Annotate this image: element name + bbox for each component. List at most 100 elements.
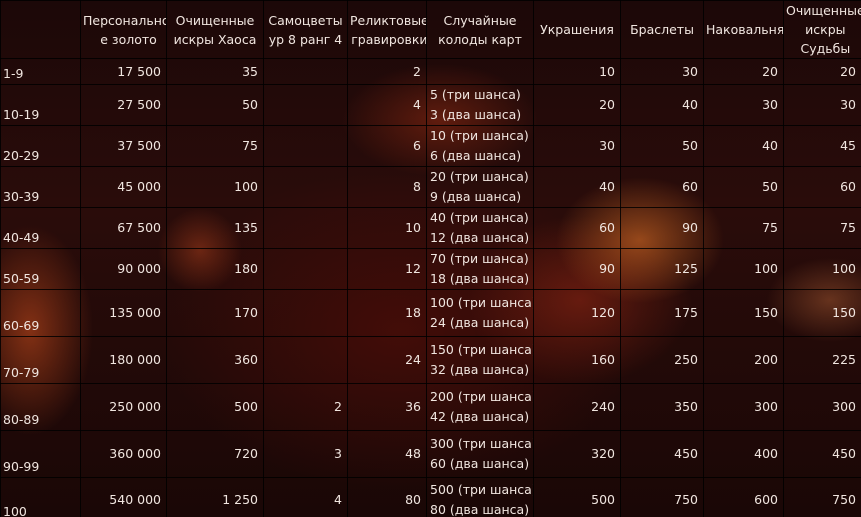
relic-cell: 80 <box>347 477 427 517</box>
relic-cell: 4 <box>347 84 427 126</box>
anvil-cell: 600 <box>703 477 784 517</box>
level-cell: 1-9 <box>0 58 81 85</box>
header-gems: Самоцветы ур 8 ранг 4 <box>263 0 348 59</box>
deck-cell: 300 (три шанса) 60 (два шанса) <box>426 430 534 478</box>
deck-three-chance: 150 (три шанса) <box>430 342 534 357</box>
header-personal-gold: Персонально­е золото <box>80 0 167 59</box>
level-cell: 100 <box>0 477 81 517</box>
gems-cell <box>263 125 348 167</box>
deck-cell: 70 (три шанса) 18 (два шанса) <box>426 248 534 290</box>
anvil-cell: 50 <box>703 166 784 208</box>
gold-cell: 90 000 <box>80 248 167 290</box>
anvil-cell: 200 <box>703 336 784 384</box>
header-card-decks: Случайные колоды карт <box>426 0 534 59</box>
deck-cell: 100 (три шанса) 24 (два шанса) <box>426 289 534 337</box>
chaos-sparks-cell: 720 <box>166 430 264 478</box>
bracelets-cell: 450 <box>620 430 704 478</box>
level-cell: 20-29 <box>0 125 81 167</box>
relic-cell: 2 <box>347 58 427 85</box>
header-anvil: Наковальня <box>703 0 784 59</box>
gems-cell: 2 <box>263 383 348 431</box>
fate-sparks-cell: 300 <box>783 383 861 431</box>
relic-cell: 48 <box>347 430 427 478</box>
fate-sparks-cell: 750 <box>783 477 861 517</box>
deck-cell: 10 (три шанса) 6 (два шанса) <box>426 125 534 167</box>
bracelets-cell: 175 <box>620 289 704 337</box>
level-cell: 40-49 <box>0 207 81 249</box>
table-row: 90-99 360 000 720 3 48 300 (три шанса) 60… <box>0 430 861 478</box>
chaos-sparks-cell: 180 <box>166 248 264 290</box>
jewelry-cell: 160 <box>533 336 621 384</box>
header-anvil-label: Наковальня <box>706 22 784 37</box>
chaos-sparks-cell: 35 <box>166 58 264 85</box>
fate-sparks-cell: 60 <box>783 166 861 208</box>
chaos-sparks-cell: 1 250 <box>166 477 264 517</box>
relic-cell: 10 <box>347 207 427 249</box>
bracelets-cell: 30 <box>620 58 704 85</box>
gold-cell: 180 000 <box>80 336 167 384</box>
background-artwork: Персонально­е золото Очищенные искры Хао… <box>0 0 861 517</box>
chaos-sparks-cell: 360 <box>166 336 264 384</box>
deck-two-chance: 80 (два шанса) <box>430 502 530 517</box>
anvil-cell: 300 <box>703 383 784 431</box>
relic-cell: 18 <box>347 289 427 337</box>
deck-three-chance: 20 (три шанса) <box>430 169 529 184</box>
deck-two-chance: 12 (два шанса) <box>430 230 530 245</box>
header-chaos-sparks-label: Очищенные искры Хаоса <box>173 12 257 47</box>
gold-cell: 135 000 <box>80 289 167 337</box>
header-fate-sparks: Очищенные искры Судьбы <box>783 0 861 59</box>
fate-sparks-cell: 75 <box>783 207 861 249</box>
anvil-cell: 150 <box>703 289 784 337</box>
deck-two-chance: 42 (два шанса) <box>430 409 530 424</box>
jewelry-cell: 30 <box>533 125 621 167</box>
jewelry-cell: 10 <box>533 58 621 85</box>
fate-sparks-cell: 150 <box>783 289 861 337</box>
jewelry-cell: 90 <box>533 248 621 290</box>
anvil-cell: 400 <box>703 430 784 478</box>
deck-cell <box>426 58 534 85</box>
anvil-cell: 20 <box>703 58 784 85</box>
gold-cell: 540 000 <box>80 477 167 517</box>
anvil-cell: 30 <box>703 84 784 126</box>
jewelry-cell: 240 <box>533 383 621 431</box>
level-cell: 10-19 <box>0 84 81 126</box>
deck-cell: 500 (три шанса) 80 (два шанса) <box>426 477 534 517</box>
header-card-decks-label: Случайные колоды карт <box>438 12 522 47</box>
deck-three-chance: 40 (три шанса) <box>430 210 529 225</box>
deck-two-chance: 9 (два шанса) <box>430 189 522 204</box>
deck-three-chance: 500 (три шанса) <box>430 482 534 497</box>
jewelry-cell: 60 <box>533 207 621 249</box>
table-row: 70-79 180 000 360 24 150 (три шанса) 32 (… <box>0 336 861 384</box>
deck-two-chance: 3 (два шанса) <box>430 107 522 122</box>
fate-sparks-cell: 30 <box>783 84 861 126</box>
header-jewelry-label: Украшения <box>540 22 614 37</box>
gold-cell: 67 500 <box>80 207 167 249</box>
deck-three-chance: 5 (три шанса) <box>430 87 521 102</box>
relic-cell: 24 <box>347 336 427 384</box>
bracelets-cell: 750 <box>620 477 704 517</box>
relic-cell: 8 <box>347 166 427 208</box>
bracelets-cell: 50 <box>620 125 704 167</box>
chaos-sparks-cell: 500 <box>166 383 264 431</box>
header-row: Персонально­е золото Очищенные искры Хао… <box>0 0 861 59</box>
jewelry-cell: 500 <box>533 477 621 517</box>
deck-two-chance: 6 (два шанса) <box>430 148 522 163</box>
jewelry-cell: 40 <box>533 166 621 208</box>
level-cell: 70-79 <box>0 336 81 384</box>
gold-cell: 17 500 <box>80 58 167 85</box>
table-row: 1-9 17 500 35 2 10 30 20 20 <box>0 58 861 85</box>
deck-two-chance: 60 (два шанса) <box>430 456 530 471</box>
gems-cell <box>263 84 348 126</box>
header-relic-engravings-label: Реликтовые гравировки <box>350 12 427 47</box>
gold-cell: 360 000 <box>80 430 167 478</box>
fate-sparks-cell: 100 <box>783 248 861 290</box>
gems-cell: 3 <box>263 430 348 478</box>
header-chaos-sparks: Очищенные искры Хаоса <box>166 0 264 59</box>
table-row: 30-39 45 000 100 8 20 (три шанса) 9 (два … <box>0 166 861 208</box>
gold-cell: 27 500 <box>80 84 167 126</box>
table-row: 80-89 250 000 500 2 36 200 (три шанса) 42… <box>0 383 861 431</box>
gold-cell: 37 500 <box>80 125 167 167</box>
chaos-sparks-cell: 135 <box>166 207 264 249</box>
fate-sparks-cell: 450 <box>783 430 861 478</box>
level-cell: 90-99 <box>0 430 81 478</box>
